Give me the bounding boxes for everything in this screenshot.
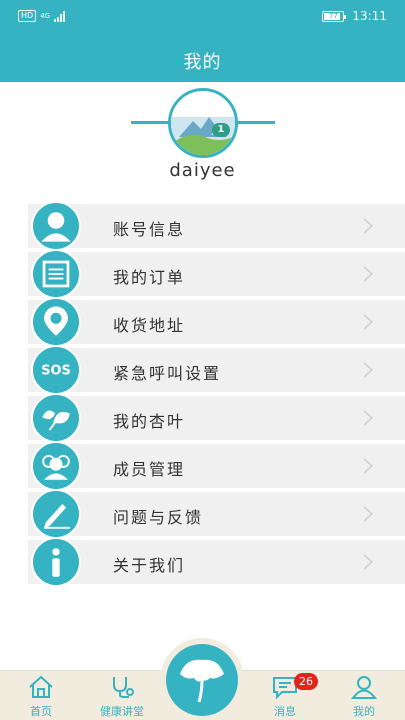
nav-center-wrap [160, 638, 244, 720]
menu-item-label: 问题与反馈 [113, 508, 204, 527]
menu-item-label: 紧急呼叫设置 [113, 364, 222, 383]
level-badge: 1 [212, 123, 230, 137]
ginkgo-leaf-icon [180, 659, 224, 703]
status-right: 77 13:11 [322, 9, 387, 23]
chevron-right-icon [363, 314, 374, 330]
nav-label: 首页 [30, 705, 52, 718]
username: daiyee [169, 160, 236, 181]
menu-item-my-orders[interactable]: 我的订单 [28, 249, 405, 299]
user-icon [31, 201, 81, 251]
group-icon [31, 441, 81, 491]
avatar[interactable] [168, 88, 238, 158]
avatar-line-right [235, 121, 275, 124]
chevron-right-icon [363, 554, 374, 570]
menu-item-label: 成员管理 [113, 460, 186, 479]
profile-menu: 账号信息 我的订单 收货地址 SOS 紧急呼叫设置 我的杏叶 成员管理 问题与反… [0, 201, 405, 588]
menu-item-feedback[interactable]: 问题与反馈 [28, 489, 405, 539]
nav-center-button[interactable] [166, 644, 238, 716]
chevron-right-icon [363, 506, 374, 522]
level-value: 1 [217, 124, 225, 135]
chevron-right-icon [363, 362, 374, 378]
status-bar: HD 4G 77 13:11 [0, 0, 405, 34]
location-pin-icon [31, 297, 81, 347]
person-icon [351, 676, 377, 699]
signal-icon [54, 10, 66, 22]
nav-health-class[interactable]: 健康讲堂 [87, 675, 157, 719]
avatar-line-left [131, 121, 171, 124]
menu-item-about-us[interactable]: 关于我们 [28, 537, 405, 587]
menu-item-shipping-address[interactable]: 收货地址 [28, 297, 405, 347]
status-time: 13:11 [352, 9, 387, 23]
hd-indicator: HD [18, 10, 37, 22]
ginkgo-leaves-icon [31, 393, 81, 443]
menu-item-emergency-call[interactable]: SOS 紧急呼叫设置 [28, 345, 405, 395]
nav-mine[interactable]: 我的 [329, 675, 399, 719]
page-title: 我的 [183, 52, 222, 73]
chevron-right-icon [363, 458, 374, 474]
menu-item-label: 收货地址 [113, 316, 186, 335]
stethoscope-icon [113, 677, 134, 698]
menu-item-label: 关于我们 [113, 556, 186, 575]
status-left: HD 4G [18, 10, 66, 22]
network-type: 4G [40, 11, 51, 20]
battery-level: 77 [328, 11, 338, 20]
app-header: 我的 [0, 34, 405, 82]
menu-item-label: 我的订单 [113, 268, 186, 287]
info-icon [31, 537, 81, 587]
menu-item-account-info[interactable]: 账号信息 [28, 201, 405, 251]
message-count-badge: 26 [294, 673, 318, 690]
pen-icon [31, 489, 81, 539]
menu-item-my-ginkgo-leaves[interactable]: 我的杏叶 [28, 393, 405, 443]
chevron-right-icon [363, 218, 374, 234]
chevron-right-icon [363, 266, 374, 282]
nav-label: 健康讲堂 [100, 705, 144, 718]
menu-item-label: 账号信息 [113, 220, 186, 239]
sos-icon: SOS [31, 345, 81, 395]
menu-item-member-management[interactable]: 成员管理 [28, 441, 405, 491]
nav-label: 消息 [274, 705, 296, 718]
nav-label: 我的 [353, 705, 375, 718]
battery-icon: 77 [322, 10, 347, 22]
chevron-right-icon [363, 410, 374, 426]
nav-home[interactable]: 首页 [6, 675, 76, 719]
menu-item-label: 我的杏叶 [113, 412, 186, 431]
sos-text: SOS [41, 364, 71, 379]
home-icon [29, 675, 53, 698]
document-icon [31, 249, 81, 299]
